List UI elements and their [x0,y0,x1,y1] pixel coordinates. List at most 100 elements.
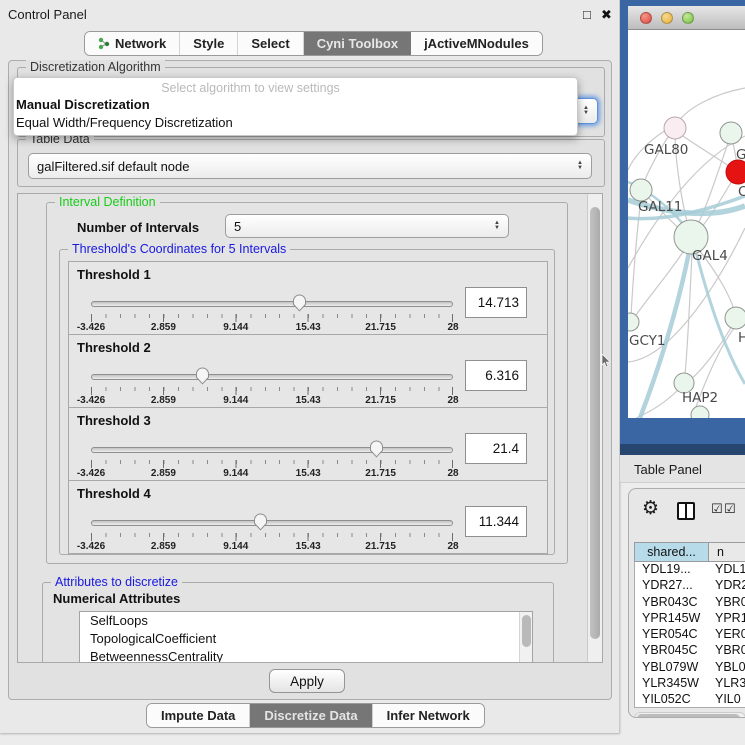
node[interactable] [664,117,686,139]
network-graph: GAL80 GAL11 GAL4 GCY1 HAP2 G C H [628,30,745,418]
node[interactable] [691,406,709,418]
node-label: GAL4 [692,248,728,264]
close-window-icon[interactable]: ✖ [601,7,612,23]
slider-major-ticks [91,387,453,395]
threshold-value-field[interactable]: 14.713 [465,287,527,318]
num-intervals-label: Number of Intervals [77,220,199,235]
checkbox-checked-icon[interactable]: ☑ [724,501,736,517]
slider-thumb-icon[interactable] [369,440,384,458]
node-label: C [738,184,745,200]
table-data-combobox[interactable]: galFiltered.sif default node ▲▼ [28,153,592,179]
slider-thumb-icon[interactable] [253,513,268,531]
node-table: shared... n YDL19...YDL1 YDR27...YDR2 YB… [634,542,745,708]
algorithm-dropdown-popup: Select algorithm to view settings Manual… [13,77,578,136]
table-row[interactable]: YDL19...YDL1 [635,562,745,578]
slider-thumb-icon[interactable] [195,367,210,385]
table-row[interactable]: YDR27...YDR2 [635,578,745,594]
table-header-row: shared... n [634,542,745,561]
slider-track[interactable] [91,520,453,526]
node[interactable] [720,122,742,144]
float-window-icon[interactable]: □ [583,7,591,22]
threshold-slider[interactable] [91,515,453,533]
column-header-shared-name[interactable]: shared... [635,543,709,561]
scrollbar-thumb[interactable] [522,615,531,647]
node-selected-red[interactable] [726,160,745,184]
node-label: G [736,147,745,163]
combo-stepper-icon: ▲▼ [488,221,500,231]
slider-track[interactable] [91,374,453,380]
list-scrollbar[interactable] [519,612,532,663]
network-icon [98,37,110,50]
num-intervals-combobox[interactable]: 5 ▲▼ [225,214,509,238]
threshold-row: Threshold 1 -3.426 [68,261,548,335]
minimize-traffic-light-icon[interactable] [661,12,673,24]
tab-impute-data[interactable]: Impute Data [147,704,250,727]
column-header-name[interactable]: n [709,543,745,561]
node[interactable] [725,307,745,329]
mouse-cursor-icon [601,354,611,368]
slider-thumb-icon[interactable] [292,294,307,312]
table-row[interactable]: YIL052CYIL0 [635,692,745,708]
checkbox-checked-icon[interactable]: ☑ [711,501,723,517]
threshold-row: Threshold 2 -3.426 [68,334,548,408]
list-item[interactable]: SelfLoops [80,612,532,630]
threshold-label: Threshold 3 [77,413,151,428]
network-canvas[interactable]: GAL80 GAL11 GAL4 GCY1 HAP2 G C H [628,30,745,418]
node-label: HAP2 [682,390,718,406]
slider-track[interactable] [91,301,453,307]
apply-button[interactable]: Apply [269,669,345,693]
dropdown-placeholder: Select algorithm to view settings [14,78,577,96]
table-row[interactable]: YPR145WYPR1 [635,611,745,627]
node[interactable] [630,179,652,201]
close-traffic-light-icon[interactable] [640,12,652,24]
zoom-traffic-light-icon[interactable] [682,12,694,24]
threshold-value-field[interactable]: 6.316 [465,360,527,391]
threshold-row: Threshold 3 -3.426 [68,407,548,481]
node[interactable] [628,313,639,331]
numerical-attributes-list[interactable]: SelfLoops TopologicalCoefficient Between… [79,611,533,663]
panel-scrollbar[interactable] [587,194,602,662]
group-title: Interval Definition [55,195,160,209]
threshold-slider[interactable] [91,296,453,314]
table-row[interactable]: YER054CYER0 [635,627,745,643]
slider-track[interactable] [91,447,453,453]
scrollbar-thumb[interactable] [590,207,600,639]
threshold-label: Threshold 4 [77,486,151,501]
tab-select[interactable]: Select [238,32,303,55]
tab-infer-network[interactable]: Infer Network [373,704,484,727]
table-body: YDL19...YDL1 YDR27...YDR2 YBR043CYBR0 YP… [634,561,745,708]
top-tab-bar: Network Style Select Cyni Toolbox jActiv… [84,31,543,56]
group-title: Discretization Algorithm [26,60,165,74]
columns-icon[interactable] [677,502,695,520]
combo-stepper-icon: ▲▼ [577,106,589,116]
tab-cyni-toolbox[interactable]: Cyni Toolbox [304,32,411,55]
slider-major-ticks [91,460,453,468]
table-row[interactable]: YBL079WYBL0 [635,660,745,676]
threshold-value-field[interactable]: 21.4 [465,433,527,464]
table-row[interactable]: YBR043CYBR0 [635,595,745,611]
table-horizontal-scrollbar[interactable] [634,712,745,718]
table-row[interactable]: YBR045CYBR0 [635,643,745,659]
slider-tick-labels: -3.426 2.859 9.144 15.43 21.715 28 [91,322,453,334]
cyni-toolbox-panel: Discretization Algorithm ▲▼ Table Data g… [8,60,612,700]
tab-discretize-data[interactable]: Discretize Data [250,704,372,727]
threshold-label: Threshold 1 [77,267,151,282]
gear-icon[interactable]: ⚙ [642,497,659,520]
list-item[interactable]: TopologicalCoefficient [80,630,532,648]
bottom-tab-bar: Impute Data Discretize Data Infer Networ… [146,703,485,728]
network-window-titlebar[interactable] [628,6,745,30]
threshold-label: Threshold 2 [77,340,151,355]
tab-style[interactable]: Style [180,32,238,55]
dropdown-option-manual-discretization[interactable]: Manual Discretization [14,96,577,114]
dropdown-option-equal-width-frequency[interactable]: Equal Width/Frequency Discretization [14,114,577,132]
tab-network[interactable]: Network [85,32,180,55]
threshold-value-field[interactable]: 11.344 [465,506,527,537]
numerical-attributes-label: Numerical Attributes [53,591,180,606]
scrollbar-thumb[interactable] [637,714,740,718]
tab-jactivemnodules[interactable]: jActiveMNodules [411,32,542,55]
table-row[interactable]: YLR345WYLR3 [635,676,745,692]
network-view-window: GAL80 GAL11 GAL4 GCY1 HAP2 G C H [620,0,745,455]
threshold-slider[interactable] [91,369,453,387]
threshold-slider[interactable] [91,442,453,460]
list-item[interactable]: BetweennessCentrality [80,648,532,663]
